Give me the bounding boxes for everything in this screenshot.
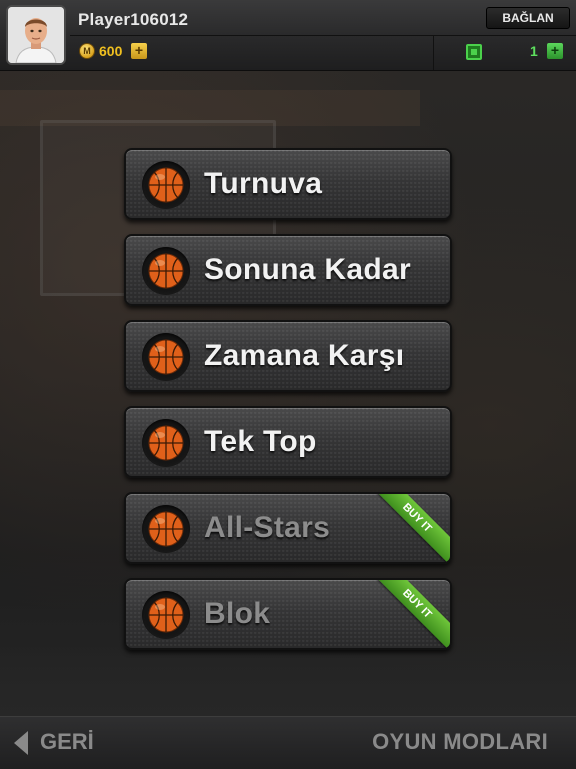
mode-button-turnuva[interactable]: Turnuva bbox=[124, 148, 452, 220]
back-button[interactable]: GERİ bbox=[10, 727, 110, 759]
mode-label: All-Stars bbox=[204, 511, 331, 544]
basketball-icon bbox=[148, 425, 184, 461]
mode-button-sonuna-kadar[interactable]: Sonuna Kadar bbox=[124, 234, 452, 306]
back-arrow-icon bbox=[14, 731, 28, 755]
add-tickets-button[interactable]: + bbox=[547, 43, 563, 59]
mode-button-blok[interactable]: Blok BUY IT bbox=[124, 578, 452, 650]
basketball-icon bbox=[148, 339, 184, 375]
background-floor bbox=[0, 646, 576, 716]
back-label: GERİ bbox=[40, 729, 94, 754]
screen-title: OYUN MODLARI bbox=[372, 729, 548, 754]
ticket-balance: 1 bbox=[530, 43, 538, 59]
mode-label: Sonuna Kadar bbox=[204, 253, 411, 286]
bottom-bar: GERİ OYUN MODLARI bbox=[0, 716, 576, 769]
ball-socket bbox=[142, 591, 190, 639]
connect-button[interactable]: BAĞLAN bbox=[486, 7, 570, 29]
buy-it-badge[interactable]: BUY IT bbox=[371, 580, 450, 648]
header-divider-vertical bbox=[433, 36, 434, 70]
ball-socket bbox=[142, 333, 190, 381]
ticket-icon bbox=[466, 44, 482, 60]
player-face-icon bbox=[8, 7, 64, 63]
basketball-icon bbox=[148, 167, 184, 203]
top-bar: Player106012 BAĞLAN M 600 + 1 + bbox=[0, 0, 576, 71]
ball-socket bbox=[142, 419, 190, 467]
basketball-icon bbox=[148, 597, 184, 633]
ball-socket bbox=[142, 505, 190, 553]
player-name: Player106012 bbox=[78, 10, 189, 29]
buy-it-badge[interactable]: BUY IT bbox=[371, 494, 450, 562]
add-coins-button[interactable]: + bbox=[131, 43, 147, 59]
basketball-icon bbox=[148, 253, 184, 289]
mode-label: Tek Top bbox=[204, 425, 317, 458]
mode-label: Zamana Karşı bbox=[204, 339, 405, 372]
mode-button-tek-top[interactable]: Tek Top bbox=[124, 406, 452, 478]
mode-label: Turnuva bbox=[204, 167, 323, 200]
coin-balance: 600 bbox=[99, 43, 123, 59]
coin-icon: M bbox=[79, 43, 95, 59]
ball-socket bbox=[142, 161, 190, 209]
mode-button-zamana-karsi[interactable]: Zamana Karşı bbox=[124, 320, 452, 392]
ball-socket bbox=[142, 247, 190, 295]
mode-button-all-stars[interactable]: All-Stars BUY IT bbox=[124, 492, 452, 564]
mode-label: Blok bbox=[204, 597, 271, 630]
basketball-icon bbox=[148, 511, 184, 547]
player-avatar[interactable] bbox=[6, 5, 66, 65]
header-divider bbox=[70, 35, 576, 36]
